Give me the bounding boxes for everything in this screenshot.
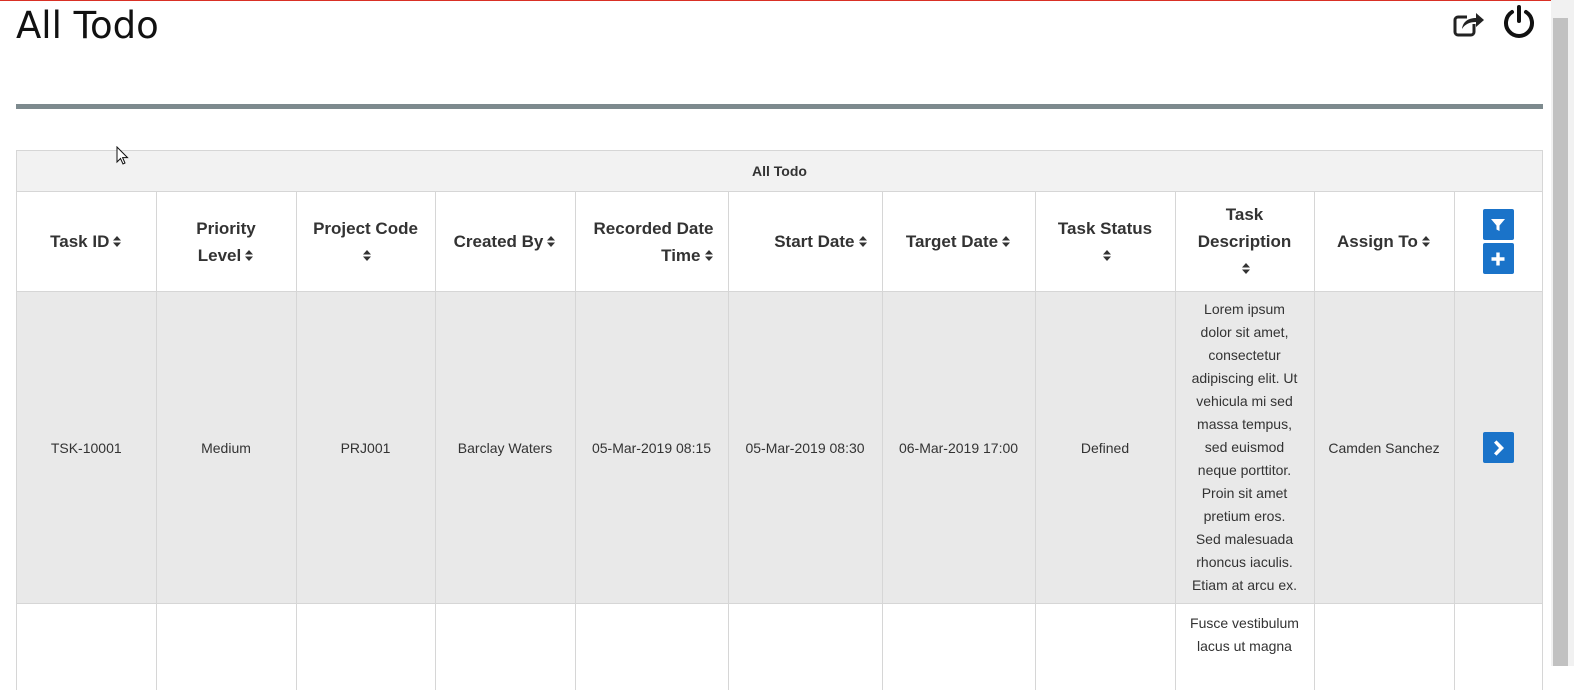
chevron-right-icon: [1491, 440, 1505, 456]
table-row[interactable]: Fusce vestibulum lacus ut magna: [17, 604, 1542, 690]
page-title: All Todo: [16, 4, 159, 47]
col-header-start-date[interactable]: Start Date: [728, 192, 882, 292]
cell-target-date: [882, 604, 1035, 690]
sort-icon[interactable]: [1102, 249, 1112, 262]
cell-task-status: Defined: [1035, 292, 1175, 604]
col-header-actions: [1454, 192, 1542, 292]
sort-icon[interactable]: [244, 249, 254, 262]
mouse-cursor-icon: [116, 146, 130, 171]
cell-recorded-date-time: [575, 604, 728, 690]
filter-icon: [1490, 217, 1506, 233]
col-header-assign-to[interactable]: Assign To: [1314, 192, 1454, 292]
cell-actions: [1454, 292, 1542, 604]
filter-button[interactable]: [1483, 209, 1514, 240]
cell-project-code: PRJ001: [296, 292, 435, 604]
table-caption: All Todo: [17, 151, 1542, 192]
plus-icon: [1490, 251, 1506, 267]
cell-task-id: [17, 604, 156, 690]
sort-icon[interactable]: [858, 235, 868, 248]
sort-icon[interactable]: [1241, 262, 1251, 275]
col-header-task-status[interactable]: Task Status: [1035, 192, 1175, 292]
cell-recorded-date-time: 05-Mar-2019 08:15: [575, 292, 728, 604]
sort-icon[interactable]: [112, 235, 122, 248]
share-icon[interactable]: [1452, 8, 1486, 45]
top-accent-line: [0, 0, 1574, 1]
cell-actions: [1454, 604, 1542, 690]
cell-start-date: [728, 604, 882, 690]
col-header-recorded-date-time[interactable]: Recorded DateTime: [575, 192, 728, 292]
cell-project-code: [296, 604, 435, 690]
todo-panel: All Todo Task ID PriorityLevel Project C…: [16, 150, 1543, 690]
open-row-button[interactable]: [1483, 432, 1514, 463]
cell-created-by: Barclay Waters: [435, 292, 575, 604]
cell-task-description: Fusce vestibulum lacus ut magna: [1175, 604, 1314, 690]
cell-created-by: [435, 604, 575, 690]
sort-icon[interactable]: [546, 235, 556, 248]
header-divider: [16, 104, 1543, 109]
sort-icon[interactable]: [1421, 235, 1431, 248]
col-header-project-code[interactable]: Project Code: [296, 192, 435, 292]
cell-assign-to: Camden Sanchez: [1314, 292, 1454, 604]
cell-task-description: Lorem ipsum dolor sit amet, consectetur …: [1175, 292, 1314, 604]
table-row[interactable]: TSK-10001 Medium PRJ001 Barclay Waters 0…: [17, 292, 1542, 604]
cell-target-date: 06-Mar-2019 17:00: [882, 292, 1035, 604]
col-header-created-by[interactable]: Created By: [435, 192, 575, 292]
col-header-task-id[interactable]: Task ID: [17, 192, 156, 292]
sort-icon[interactable]: [704, 249, 714, 262]
scrollbar-thumb[interactable]: [1553, 18, 1568, 666]
todo-table: Task ID PriorityLevel Project Code Creat…: [17, 192, 1542, 690]
cell-start-date: 05-Mar-2019 08:30: [728, 292, 882, 604]
sort-icon[interactable]: [362, 249, 372, 262]
cell-task-status: [1035, 604, 1175, 690]
power-icon[interactable]: [1501, 4, 1537, 45]
cell-priority-level: Medium: [156, 292, 296, 604]
col-header-task-description[interactable]: TaskDescription: [1175, 192, 1314, 292]
sort-icon[interactable]: [1001, 235, 1011, 248]
col-header-priority-level[interactable]: PriorityLevel: [156, 192, 296, 292]
cell-task-id: TSK-10001: [17, 292, 156, 604]
add-button[interactable]: [1483, 243, 1514, 274]
cell-assign-to: [1314, 604, 1454, 690]
col-header-target-date[interactable]: Target Date: [882, 192, 1035, 292]
cell-priority-level: [156, 604, 296, 690]
